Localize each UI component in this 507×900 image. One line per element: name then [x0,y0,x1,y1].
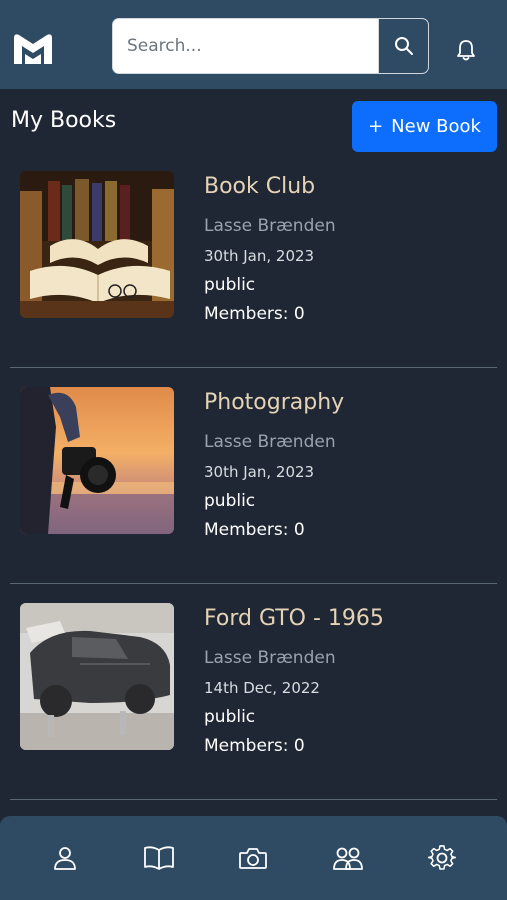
gear-icon [427,845,456,870]
book-visibility: public [204,707,256,727]
book-thumbnail [20,603,174,750]
nav-books[interactable] [137,836,181,880]
book-title: Photography [204,390,345,415]
nav-profile[interactable] [43,836,87,880]
book-members: Members: 0 [204,736,305,756]
top-bar [0,0,507,89]
book-icon [144,846,175,870]
book-visibility: public [204,275,256,295]
plus-icon: + [368,116,384,137]
new-book-button[interactable]: + New Book [352,101,497,152]
book-members: Members: 0 [204,520,305,540]
nav-settings[interactable] [420,836,464,880]
list-item[interactable]: Ford GTO - 1965 Lasse Brænden 14th Dec, … [10,584,497,800]
new-book-label: New Book [391,116,481,137]
search-button[interactable] [378,19,428,73]
book-members: Members: 0 [204,304,305,324]
book-list: Book Club Lasse Brænden 30th Jan, 2023 p… [0,152,507,800]
book-date: 30th Jan, 2023 [204,463,315,481]
bell-icon[interactable] [455,38,477,62]
car-restoration-photo [20,603,174,750]
list-item[interactable]: Book Club Lasse Brænden 30th Jan, 2023 p… [10,152,497,368]
nav-camera[interactable] [231,836,275,880]
camera-sunset-photo [20,387,174,534]
camera-icon [239,848,268,869]
list-item[interactable]: Photography Lasse Brænden 30th Jan, 2023… [10,368,497,584]
open-books-photo [20,171,174,318]
book-thumbnail [20,171,174,318]
book-thumbnail [20,387,174,534]
book-author: Lasse Brænden [204,216,336,236]
book-author: Lasse Brænden [204,648,336,668]
book-title: Book Club [204,174,316,199]
book-title: Ford GTO - 1965 [204,606,384,631]
bottom-nav [0,816,507,900]
book-visibility: public [204,491,256,511]
people-icon [332,847,363,870]
m-logo-icon[interactable] [12,30,54,66]
search-box [112,18,429,74]
search-icon [394,37,413,55]
page-title: My Books [11,108,117,133]
book-author: Lasse Brænden [204,432,336,452]
nav-members[interactable] [326,836,370,880]
person-icon [54,847,76,870]
book-date: 30th Jan, 2023 [204,247,315,265]
book-date: 14th Dec, 2022 [204,679,320,697]
search-input[interactable] [113,19,378,73]
